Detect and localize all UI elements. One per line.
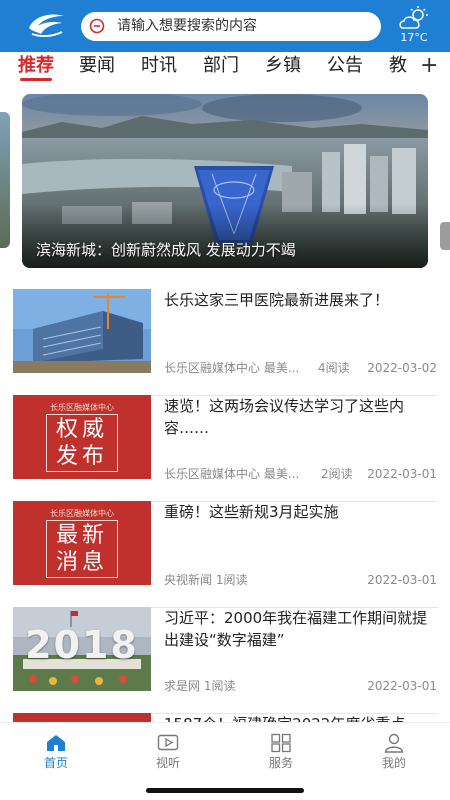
user-icon (384, 733, 404, 753)
news-item[interactable]: 长乐区融媒体中心 最新 消息 重磅！这些新规3月起实施 央视新闻 1阅读 202… (13, 501, 437, 608)
news-item[interactable]: 长乐区融媒体中心 权威 发布 速览！这两场会议传达学习了这些内容…… 长乐区融媒… (13, 395, 437, 502)
news-thumbnail (13, 289, 151, 373)
top-header: 请输入想要搜索的内容 17°C (0, 0, 450, 52)
news-source: 求是网 1阅读 (164, 679, 236, 693)
search-icon (89, 18, 105, 34)
thumbnail-org-name: 长乐区融媒体中心 (50, 403, 114, 412)
news-item[interactable]: 2018 习近平：2000年我在福建工作期间就提出建设“数字福建” 求是网 1阅… (13, 607, 437, 714)
nav-home-label: 首页 (43, 756, 68, 770)
nav-services-label: 服务 (268, 756, 293, 770)
thumbnail-headline-2: 消息 (55, 550, 108, 575)
thumbnail-year-text: 2018 (25, 623, 139, 667)
news-date: 2022-03-02 (367, 361, 437, 375)
home-icon (47, 735, 65, 751)
news-read-count: 2阅读 (321, 467, 353, 481)
weather-widget[interactable]: 17°C (394, 6, 434, 46)
news-source: 央视新闻 1阅读 (164, 573, 248, 587)
carousel-next-slide[interactable] (440, 222, 450, 250)
news-date: 2022-03-01 (367, 467, 437, 481)
grid-icon (271, 733, 291, 753)
tab-headlines[interactable]: 要闻 (79, 54, 115, 78)
news-source: 长乐区融媒体中心 最美... (164, 361, 300, 375)
tab-education[interactable]: 教 (389, 54, 407, 78)
video-play-icon (157, 734, 179, 751)
nav-profile[interactable]: 我的 (364, 731, 424, 775)
tab-departments[interactable]: 部门 (203, 54, 239, 78)
banner-caption: 滨海新城：创新蔚然成风 发展动力不竭 (36, 241, 296, 259)
news-item[interactable]: 长乐这家三甲医院最新进展来了！ 长乐区融媒体中心 最美... 4阅读 2022-… (13, 289, 437, 396)
news-date: 2022-03-01 (367, 679, 437, 693)
add-tab-button[interactable]: + (414, 52, 444, 80)
news-date: 2022-03-01 (367, 573, 437, 587)
news-read-count: 4阅读 (318, 361, 350, 375)
tab-townships[interactable]: 乡镇 (265, 54, 301, 78)
thumbnail-headline-1: 最新 (55, 523, 108, 548)
nav-services[interactable]: 服务 (251, 731, 311, 775)
tab-recommend[interactable]: 推荐 (18, 54, 54, 78)
search-bar[interactable]: 请输入想要搜索的内容 (81, 12, 381, 41)
news-source: 长乐区融媒体中心 最美... (164, 467, 300, 481)
tab-news-flash[interactable]: 时讯 (141, 54, 177, 78)
nav-home[interactable]: 首页 (26, 731, 86, 775)
active-tab-indicator (20, 78, 52, 81)
search-placeholder: 请输入想要搜索的内容 (117, 18, 257, 34)
thumbnail-headline-2: 发布 (55, 444, 108, 469)
category-tabs: 推荐 要闻 时讯 部门 乡镇 公告 教 (0, 52, 450, 84)
news-thumbnail: 长乐区融媒体中心 最新 消息 (13, 501, 151, 585)
weather-temperature: 17°C (400, 31, 428, 44)
news-title: 长乐这家三甲医院最新进展来了！ (164, 291, 390, 309)
nav-profile-label: 我的 (381, 756, 406, 770)
plus-icon: + (420, 53, 439, 78)
tab-announcements[interactable]: 公告 (327, 54, 363, 78)
nav-video-label: 视听 (155, 756, 180, 770)
thumbnail-headline-1: 权威 (55, 417, 108, 442)
news-thumbnail: 长乐区融媒体中心 权威 发布 (13, 395, 151, 479)
news-title: 重磅！这些新规3月起实施 (164, 503, 339, 521)
news-title: 速览！这两场会议传达学习了这些内容…… (164, 397, 405, 437)
thumbnail-org-name: 长乐区融媒体中心 (50, 509, 114, 518)
news-title: 习近平：2000年我在福建工作期间就提出建设“数字福建” (164, 609, 428, 649)
home-indicator-bar (146, 788, 304, 793)
banner-slide[interactable]: 滨海新城：创新蔚然成风 发展动力不竭 (22, 94, 428, 268)
partly-cloudy-icon (399, 6, 428, 29)
swoosh-logo-icon[interactable] (26, 10, 66, 40)
news-thumbnail: 2018 (13, 607, 151, 691)
nav-video[interactable]: 视听 (138, 731, 198, 775)
carousel-prev-slide[interactable] (0, 112, 10, 248)
